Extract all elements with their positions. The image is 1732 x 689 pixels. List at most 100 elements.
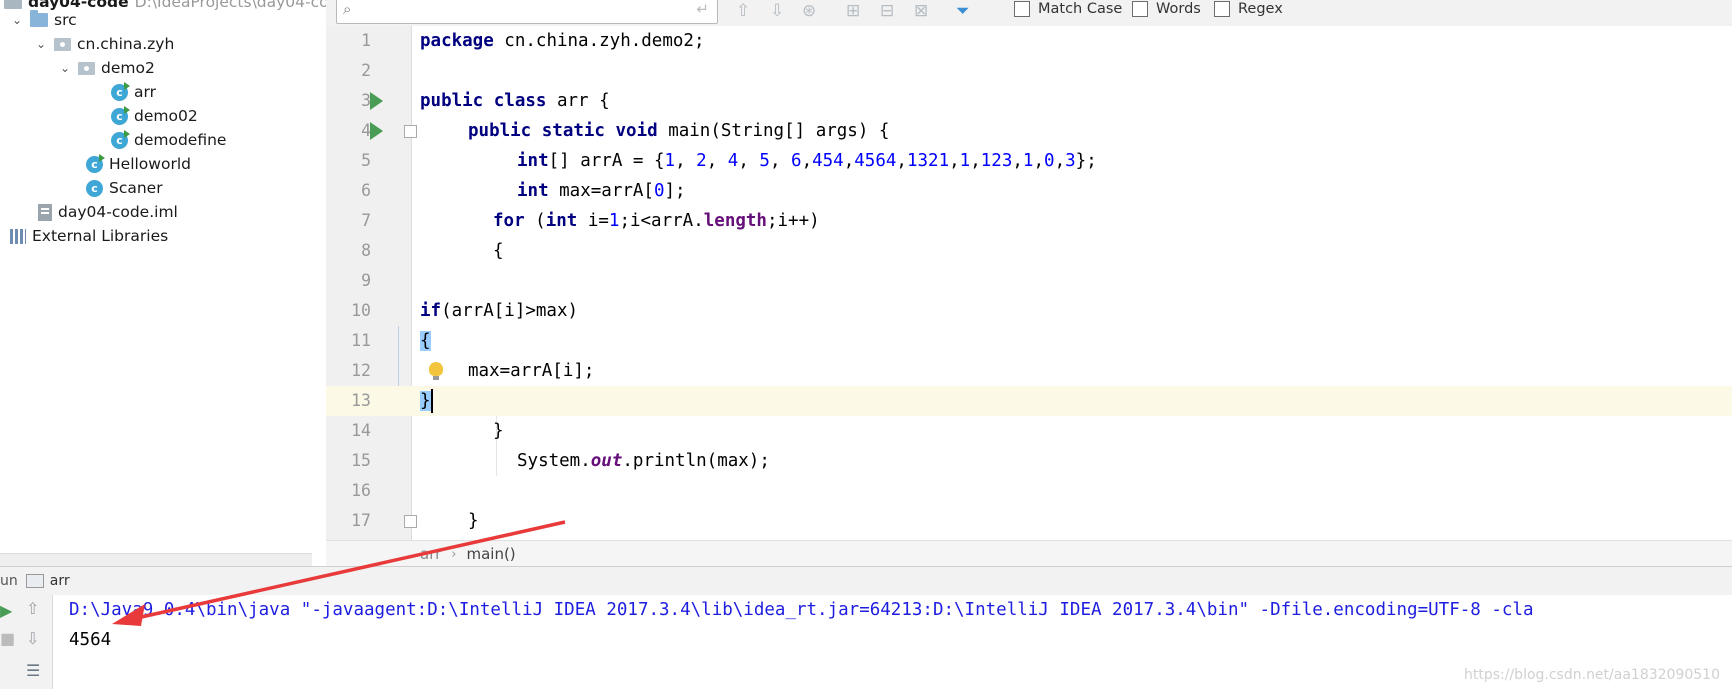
tree-item-package-demo2[interactable]: ⌄ demo2 <box>58 56 155 80</box>
code-text: int max=arrA[0]; <box>517 176 686 206</box>
code-line-12[interactable]: 12 max=arrA[i]; <box>326 356 1732 386</box>
number-literal: 4 <box>727 151 739 171</box>
keyword: package <box>420 31 494 51</box>
package-icon <box>54 37 71 51</box>
tree-item-package-cn-china-zyh[interactable]: ⌄ cn.china.zyh <box>34 32 174 56</box>
code-line-10[interactable]: 10 if(arrA[i]>max) <box>326 296 1732 326</box>
stop-icon[interactable]: ■ <box>0 629 15 648</box>
code-line-15[interactable]: 15 System.out.println(max); <box>326 446 1732 476</box>
code-line-9[interactable]: 9 <box>326 266 1732 296</box>
chevron-down-icon[interactable]: ⌄ <box>10 13 24 27</box>
chevron-down-icon[interactable]: ⌄ <box>34 37 48 51</box>
remove-selection-icon[interactable]: ⊟ <box>880 1 894 21</box>
keyword: public static void <box>468 121 658 141</box>
code-line-13[interactable]: 13 } <box>326 386 1732 416</box>
filter-icon[interactable]: ⏷ <box>956 1 970 21</box>
code-line-6[interactable]: 6 int max=arrA[0]; <box>326 176 1732 206</box>
next-occurrence-icon[interactable]: ⇩ <box>770 1 784 21</box>
scroll-up-icon[interactable]: ⇧ <box>26 599 39 618</box>
line-number: 14 <box>351 421 371 440</box>
number-literal: 5 <box>759 151 770 171</box>
tree-item-label: cn.china.zyh <box>77 35 175 53</box>
checkbox-box[interactable] <box>1014 1 1030 17</box>
code-line-3[interactable]: 3 public class arr { <box>326 86 1732 116</box>
field-token: length <box>703 211 767 231</box>
add-selection-icon[interactable]: ⊞ <box>846 1 860 21</box>
number-literal: 1 <box>664 151 676 171</box>
soft-wrap-icon[interactable]: ☰ <box>26 661 40 680</box>
code-line-4[interactable]: 4 public static void main(String[] args)… <box>326 116 1732 146</box>
code-editor[interactable]: 1 package cn.china.zyh.demo2; 2 3 public… <box>326 26 1732 540</box>
code-token: ]; <box>664 181 686 201</box>
tree-item-src[interactable]: ⌄ src <box>10 8 77 32</box>
line-number: 5 <box>361 151 371 170</box>
words-checkbox[interactable]: Words <box>1132 0 1201 20</box>
match-case-checkbox[interactable]: Match Case <box>1014 0 1122 20</box>
number-literal: 4564 <box>854 151 897 171</box>
search-icon[interactable]: ⌕ <box>343 0 351 18</box>
line-number: 15 <box>351 451 371 470</box>
enter-icon[interactable]: ↵ <box>696 0 709 18</box>
number-literal: 2 <box>696 151 707 171</box>
code-text: } <box>468 511 479 531</box>
code-text: package cn.china.zyh.demo2; <box>420 26 704 56</box>
folder-icon <box>30 10 48 27</box>
code-text: public class arr { <box>420 86 610 116</box>
number-literal: 1321 <box>906 151 950 171</box>
code-line-2[interactable]: 2 <box>326 56 1732 86</box>
code-token: ;i++) <box>766 211 820 231</box>
chevron-down-icon[interactable]: ⌄ <box>58 61 72 75</box>
code-token: (arrA[i]>max) <box>441 301 579 321</box>
code-line-17[interactable]: 17 } <box>326 506 1732 536</box>
select-all-occurrences-icon[interactable]: ⊠ <box>914 1 928 21</box>
keyword: public class <box>420 91 547 111</box>
code-line-8[interactable]: 8 { <box>326 236 1732 266</box>
tree-item-class-arr[interactable]: c arr <box>111 80 156 104</box>
tree-item-class-demodefine[interactable]: c demodefine <box>111 128 226 152</box>
run-console[interactable]: D:\Java9.0.4\bin\java "-javaagent:D:\Int… <box>53 595 1732 689</box>
tree-horizontal-scrollbar[interactable] <box>0 553 312 567</box>
number-literal: 3 <box>1065 151 1076 171</box>
run-class-icon[interactable] <box>370 92 383 110</box>
tree-item-external-libraries[interactable]: External Libraries <box>10 224 168 248</box>
find-all-icon[interactable]: ⊛ <box>802 1 816 21</box>
code-line-1[interactable]: 1 package cn.china.zyh.demo2; <box>326 26 1732 56</box>
code-line-11[interactable]: 11 { <box>326 326 1732 356</box>
fold-icon[interactable] <box>404 125 417 138</box>
code-text: { <box>493 241 504 261</box>
editor-breadcrumb: arr › main() <box>326 540 1732 567</box>
regex-checkbox[interactable]: Regex <box>1214 0 1283 20</box>
code-line-14[interactable]: 14 } <box>326 416 1732 446</box>
rerun-icon[interactable]: ▶ <box>0 601 12 620</box>
code-line-5[interactable]: 5 int[] arrA = {1, 2, 4, 5, 6,454,4564,1… <box>326 146 1732 176</box>
run-tab-arr[interactable]: arr <box>50 573 70 589</box>
previous-occurrence-icon[interactable]: ⇧ <box>736 1 750 21</box>
tree-item-iml-file[interactable]: day04-code.iml <box>38 200 178 224</box>
run-main-icon[interactable] <box>370 122 383 140</box>
run-tool-window-header: un arr <box>0 566 1732 596</box>
tree-item-class-demo02[interactable]: c demo02 <box>111 104 198 128</box>
run-toolbar: ▶ ⇧ ■ ⇩ ☰ <box>0 595 53 689</box>
checkbox-box[interactable] <box>1214 1 1230 17</box>
number-literal: 1 <box>1022 151 1034 171</box>
line-number: 16 <box>351 481 371 500</box>
breadcrumb-item-arr[interactable]: arr <box>420 545 441 563</box>
console-command-line: D:\Java9.0.4\bin\java "-javaagent:D:\Int… <box>69 600 1534 620</box>
code-line-7[interactable]: 7 for (int i=1;i<arrA.length;i++) <box>326 206 1732 236</box>
java-class-icon: c <box>86 179 103 197</box>
words-label: Words <box>1156 1 1201 17</box>
tree-item-class-helloworld[interactable]: c Helloworld <box>86 152 191 176</box>
breadcrumb-item-main[interactable]: main() <box>466 545 515 563</box>
fold-icon[interactable] <box>404 515 417 528</box>
checkbox-box[interactable] <box>1132 1 1148 17</box>
tree-item-label: demo02 <box>134 107 198 125</box>
code-line-16[interactable]: 16 <box>326 476 1732 506</box>
code-token: main(String[] args) { <box>657 121 890 141</box>
scroll-down-icon[interactable]: ⇩ <box>26 629 39 648</box>
line-number: 10 <box>351 301 371 320</box>
regex-label: Regex <box>1238 1 1283 17</box>
lightbulb-icon[interactable] <box>429 362 443 380</box>
tree-item-class-scaner[interactable]: c Scaner <box>86 176 163 200</box>
find-input[interactable]: ⌕ ↵ <box>336 0 718 24</box>
code-text: if(arrA[i]>max) <box>420 296 578 326</box>
